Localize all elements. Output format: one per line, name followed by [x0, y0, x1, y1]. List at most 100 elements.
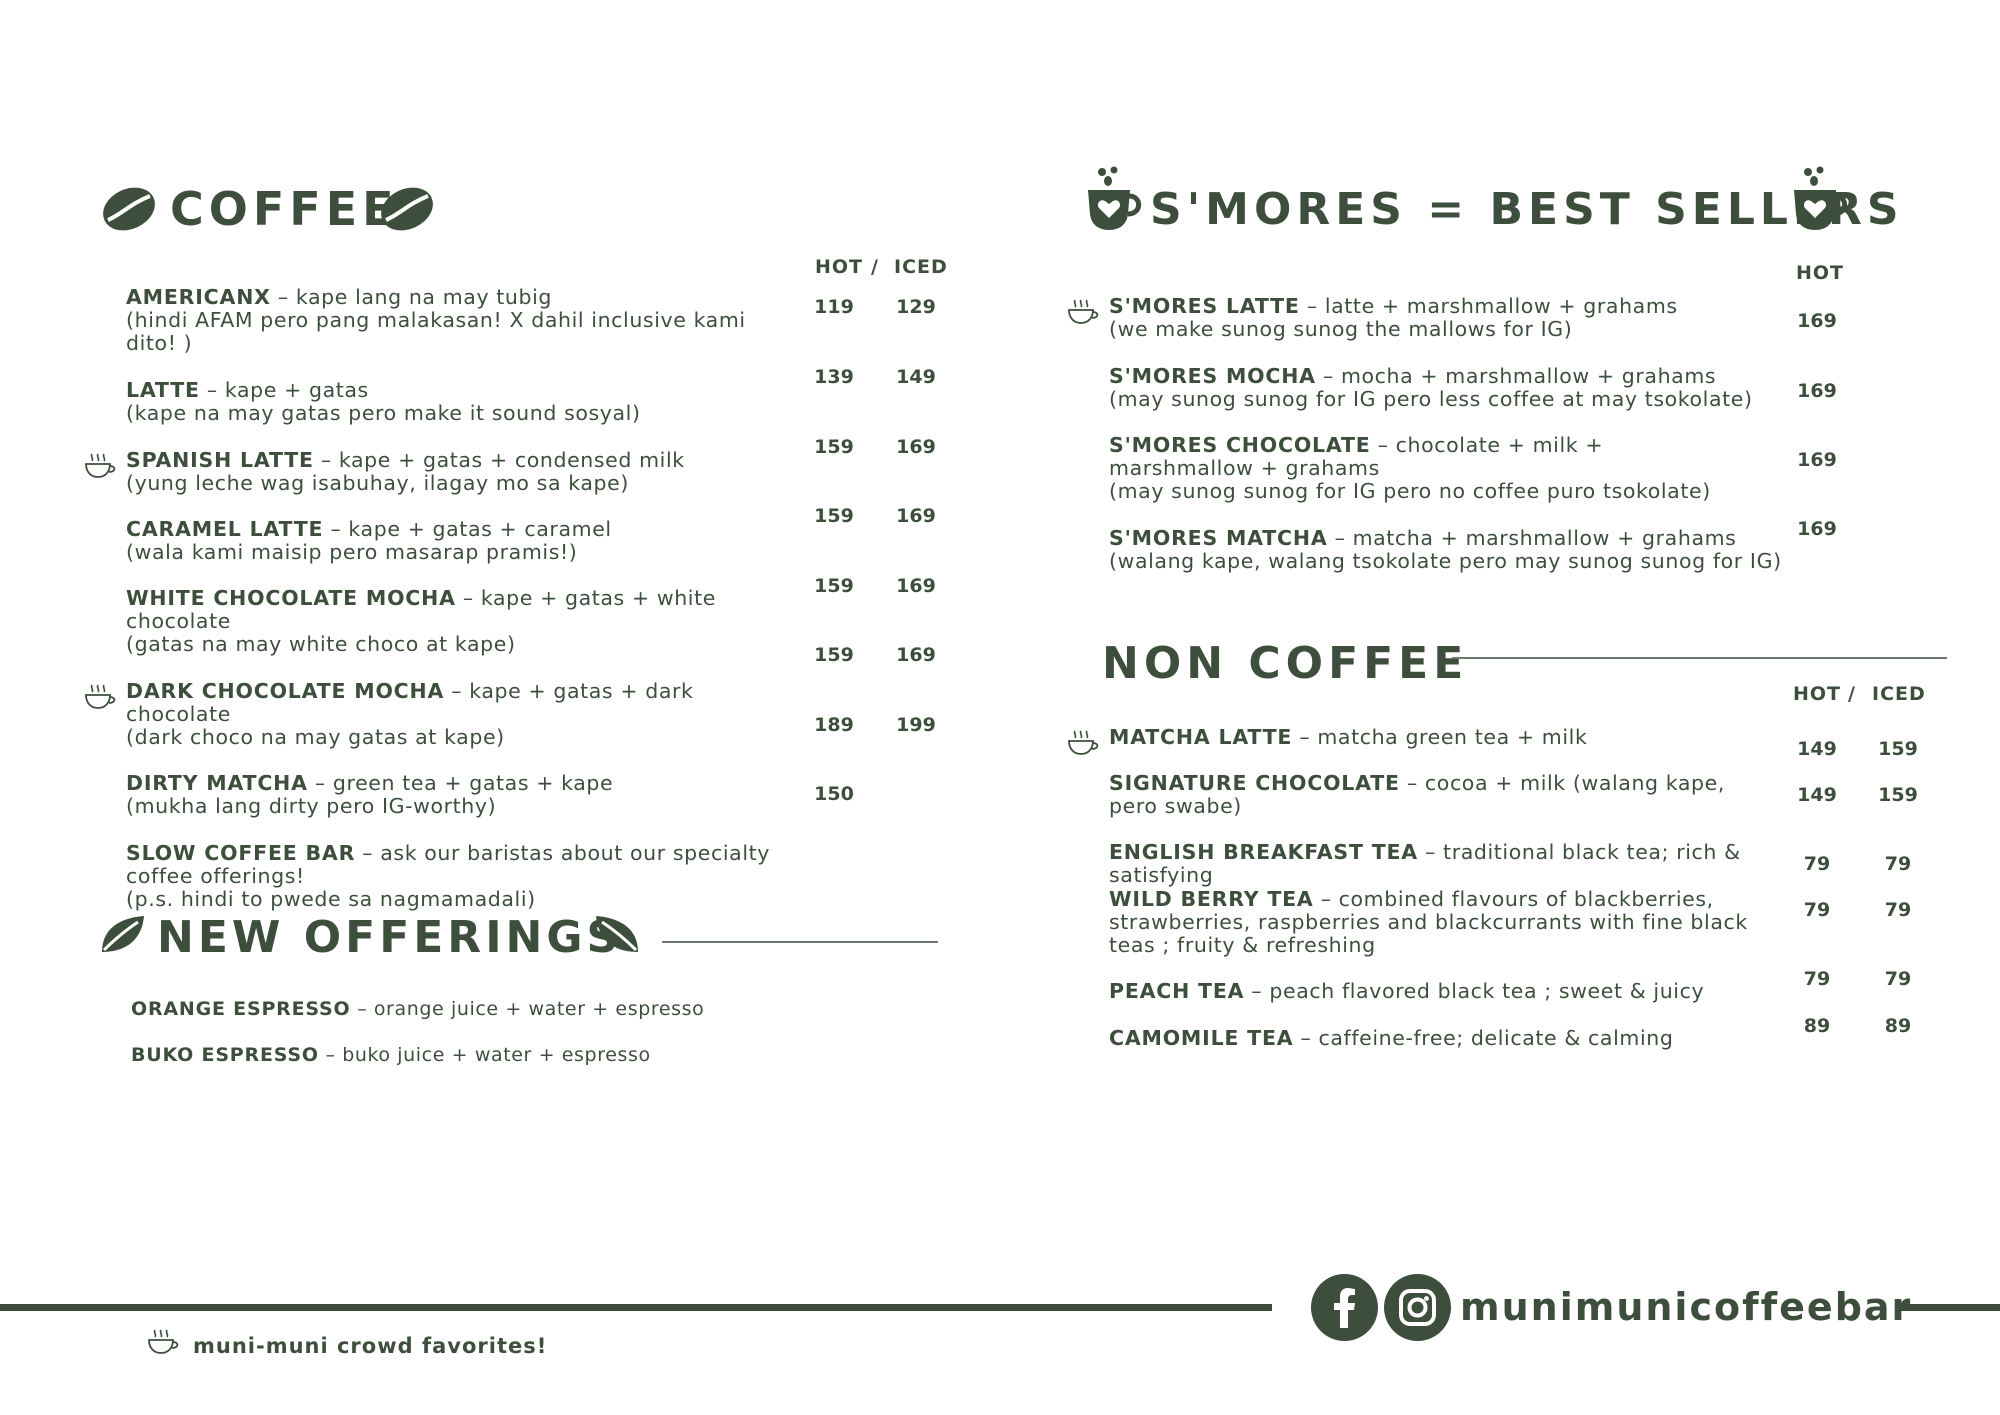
- price: 149: [1797, 738, 1837, 760]
- price: 169: [1797, 518, 1837, 540]
- heart-mug-icon: [1790, 164, 1848, 238]
- price: 169: [896, 505, 936, 527]
- favorite-cup-icon: [1066, 298, 1100, 330]
- smores-col-hot: HOT: [1796, 262, 1845, 284]
- price: 199: [896, 714, 936, 736]
- item-name: AMERICANX: [126, 285, 271, 309]
- item-note: (may sunog sunog for IG pero less coffee…: [1109, 387, 1753, 411]
- item-name: SLOW COFFEE BAR: [126, 841, 356, 865]
- price: 79: [1803, 899, 1831, 921]
- item-description: – mocha + marshmallow + grahams: [1315, 364, 1717, 388]
- non-coffee-col-sep: /: [1848, 683, 1856, 705]
- price: 139: [814, 366, 854, 388]
- instagram-icon[interactable]: [1384, 1274, 1451, 1341]
- item-description: – caffeine-free; delicate & calming: [1293, 1026, 1674, 1050]
- price: 79: [1884, 899, 1912, 921]
- price: 169: [896, 644, 936, 666]
- item-note: (wala kami maisip pero masarap pramis!): [126, 540, 578, 564]
- new-offerings-divider: [662, 941, 938, 943]
- menu-item: S'MORES CHOCOLATE – chocolate + milk + m…: [1109, 434, 1749, 503]
- item-note: (we make sunog sunog the mallows for IG): [1109, 317, 1573, 341]
- social-handle: munimunicoffeebar: [1460, 1285, 1913, 1329]
- favorite-cup-icon: [1066, 729, 1100, 761]
- non-coffee-col-hot: HOT: [1793, 683, 1842, 705]
- price: 169: [896, 575, 936, 597]
- price: 159: [1878, 738, 1918, 760]
- price: 159: [814, 575, 854, 597]
- menu-item: DARK CHOCOLATE MOCHA – kape + gatas + da…: [126, 680, 726, 749]
- price: 159: [1878, 784, 1918, 806]
- coffee-bean-icon: [378, 186, 436, 236]
- item-name: S'MORES MATCHA: [1109, 526, 1328, 550]
- price: 79: [1803, 853, 1831, 875]
- item-note: (may sunog sunog for IG pero no coffee p…: [1109, 479, 1711, 503]
- price: 79: [1803, 968, 1831, 990]
- price: 189: [814, 714, 854, 736]
- price: 159: [814, 436, 854, 458]
- item-name: BUKO ESPRESSO: [131, 1044, 319, 1066]
- item-name: DIRTY MATCHA: [126, 771, 308, 795]
- coffee-bean-icon: [100, 186, 158, 236]
- item-note: (dark choco na may gatas at kape): [126, 725, 505, 749]
- item-description: – kape + gatas: [199, 378, 369, 402]
- item-description: – peach flavored black tea ; sweet & jui…: [1244, 979, 1705, 1003]
- price: 169: [1797, 310, 1837, 332]
- facebook-icon[interactable]: [1311, 1274, 1378, 1341]
- non-coffee-divider: [1452, 657, 1947, 659]
- new-offerings-title: NEW OFFERINGS: [157, 912, 623, 963]
- item-note: (gatas na may white choco at kape): [126, 632, 516, 656]
- menu-item: PEACH TEA – peach flavored black tea ; s…: [1109, 980, 1809, 1003]
- item-name: PEACH TEA: [1109, 979, 1245, 1003]
- coffee-title: COFFEE: [170, 182, 399, 236]
- favorite-cup-icon: [146, 1328, 180, 1360]
- menu-item: DIRTY MATCHA – green tea + gatas + kape(…: [126, 772, 726, 818]
- item-name: SPANISH LATTE: [126, 448, 314, 472]
- price: 169: [1797, 449, 1837, 471]
- price: 159: [814, 644, 854, 666]
- price: 150: [814, 783, 854, 805]
- menu-item: S'MORES LATTE – latte + marshmallow + gr…: [1109, 295, 1809, 341]
- item-note: (walang kape, walang tsokolate pero may …: [1109, 549, 1782, 573]
- menu-item: S'MORES MATCHA – matcha + marshmallow + …: [1109, 527, 1809, 573]
- menu-item: LATTE – kape + gatas (kape na may gatas p…: [126, 379, 726, 425]
- item-description: – orange juice + water + espresso: [350, 998, 705, 1020]
- coffee-col-sep: /: [871, 256, 879, 278]
- item-name: CAMOMILE TEA: [1109, 1026, 1294, 1050]
- menu-item: AMERICANX – kape lang na may tubig (hindi…: [126, 286, 786, 355]
- item-name: CARAMEL LATTE: [126, 517, 324, 541]
- item-description: – matcha green tea + milk: [1292, 725, 1588, 749]
- non-coffee-title: NON COFFEE: [1102, 638, 1469, 689]
- favorite-cup-icon: [83, 683, 117, 715]
- item-description: – latte + marshmallow + grahams: [1299, 294, 1678, 318]
- item-description: – green tea + gatas + kape: [307, 771, 614, 795]
- item-name: S'MORES CHOCOLATE: [1109, 433, 1371, 457]
- menu-item: CARAMEL LATTE – kape + gatas + caramel (w…: [126, 518, 726, 564]
- menu-item: BUKO ESPRESSO – buko juice + water + esp…: [131, 1044, 751, 1067]
- item-name: ORANGE ESPRESSO: [131, 998, 351, 1020]
- price: 149: [1797, 784, 1837, 806]
- item-name: WHITE CHOCOLATE MOCHA: [126, 586, 456, 610]
- coffee-col-iced: ICED: [894, 256, 948, 278]
- price: 79: [1884, 853, 1912, 875]
- menu-item: ORANGE ESPRESSO – orange juice + water +…: [131, 998, 751, 1021]
- item-description: – buko juice + water + espresso: [318, 1044, 651, 1066]
- menu-item: SPANISH LATTE – kape + gatas + condensed…: [126, 449, 726, 495]
- item-name: S'MORES MOCHA: [1109, 364, 1316, 388]
- item-description: – kape + gatas + condensed milk: [313, 448, 685, 472]
- item-description: – kape lang na may tubig: [270, 285, 553, 309]
- price: 89: [1803, 1015, 1831, 1037]
- price: 169: [896, 436, 936, 458]
- favorite-cup-icon: [83, 452, 117, 484]
- price: 79: [1884, 968, 1912, 990]
- heart-mug-icon: [1084, 164, 1142, 238]
- item-note: (p.s. hindi to pwede sa nagmamadali): [126, 887, 536, 911]
- leaf-icon: [98, 912, 148, 960]
- price: 149: [896, 366, 936, 388]
- menu-item: WILD BERRY TEA – combined flavours of bl…: [1109, 888, 1789, 957]
- item-name: S'MORES LATTE: [1109, 294, 1300, 318]
- menu-item: S'MORES MOCHA – mocha + marshmallow + gr…: [1109, 365, 1809, 411]
- item-name: SIGNATURE CHOCOLATE: [1109, 771, 1400, 795]
- price: 129: [896, 296, 936, 318]
- footer-rule-left: [0, 1304, 1272, 1311]
- item-name: ENGLISH BREAKFAST TEA: [1109, 840, 1418, 864]
